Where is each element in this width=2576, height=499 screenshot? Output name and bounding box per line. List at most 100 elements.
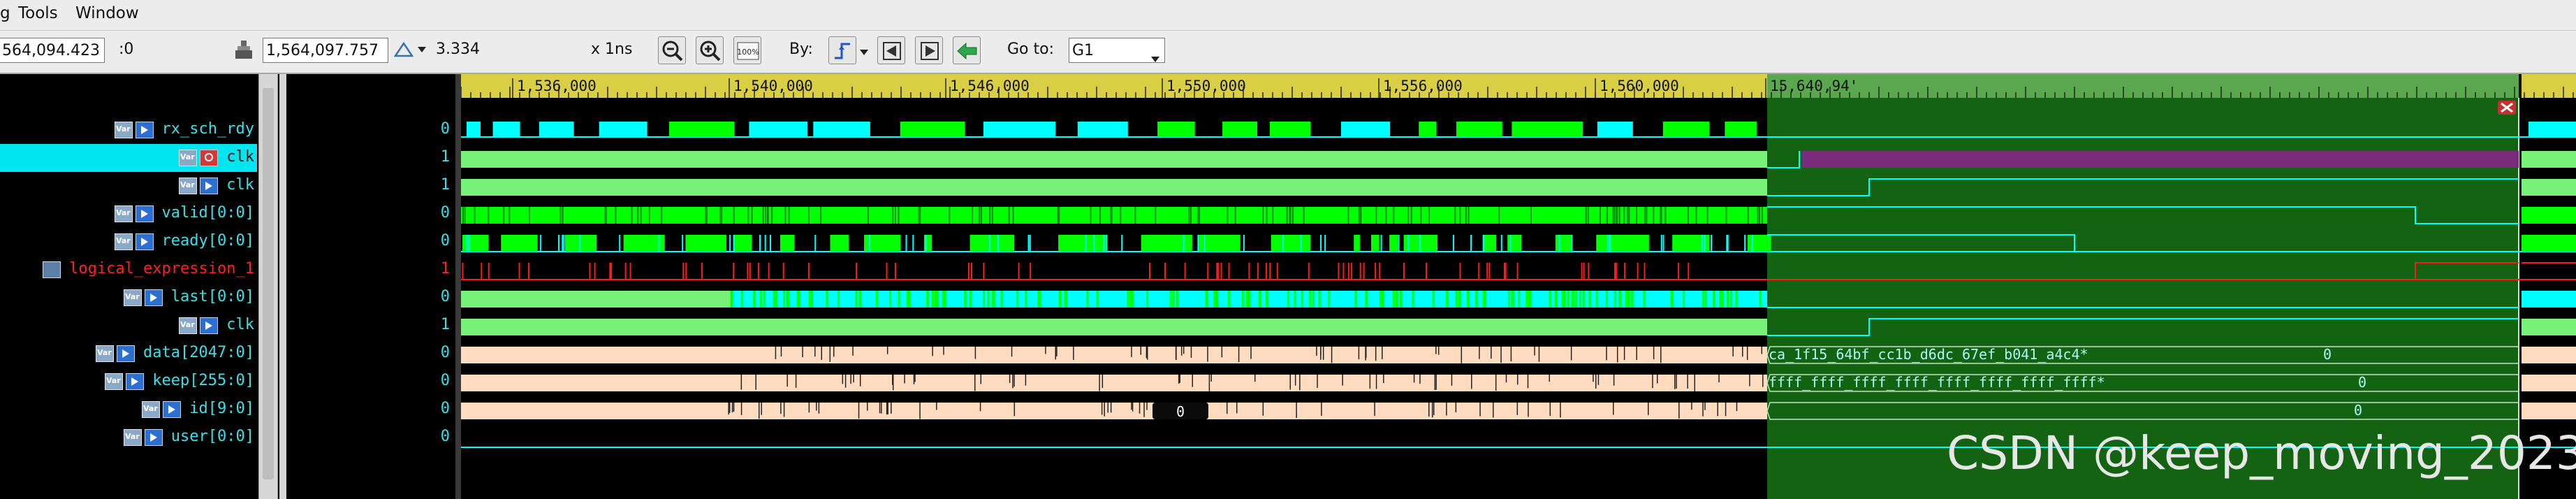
rx-sch-rdy-burst <box>983 122 1056 137</box>
zoom-in-icon <box>700 41 721 62</box>
play-left-icon <box>883 42 901 60</box>
menubar: g Tools Window <box>0 0 2576 31</box>
variable-icon <box>179 150 197 166</box>
ready-burst <box>2522 235 2576 252</box>
rising-edge-icon <box>835 43 850 59</box>
signal-value: 0 <box>440 372 450 389</box>
ready-burst <box>969 235 1015 252</box>
keep-bus-zero: 0 <box>2358 374 2366 391</box>
signal-value: 0 <box>440 288 450 305</box>
ready-burst <box>1058 235 1107 252</box>
time-scale: x 1ns <box>591 41 633 58</box>
signal-row[interactable]: keep[255:0] <box>0 368 257 396</box>
signal-row[interactable]: clk <box>0 172 257 200</box>
port-icon <box>163 401 181 418</box>
variable-icon <box>124 289 142 306</box>
signal-name: id[9:0] <box>189 400 254 417</box>
signal-row[interactable]: logical_expression_1 <box>0 256 257 284</box>
port-icon <box>136 205 154 222</box>
clock-fill <box>461 319 1767 335</box>
zoom-in-button[interactable] <box>696 36 724 64</box>
bus-fill <box>2522 375 2576 391</box>
rx-sch-rdy-burst <box>1725 122 1757 137</box>
ready-burst <box>564 235 597 252</box>
zoom-out-icon <box>662 41 683 62</box>
play-right-icon <box>921 42 939 60</box>
signal-row[interactable]: clk <box>0 144 257 172</box>
signal-row[interactable]: id[9:0] <box>0 396 257 424</box>
panel-splitter[interactable] <box>279 74 286 499</box>
ruler-label: 1,536,000 <box>517 78 597 94</box>
svg-text:100%: 100% <box>737 48 759 57</box>
variable-icon <box>179 178 197 194</box>
rx-sch-rdy-burst <box>1269 122 1311 137</box>
goto-select[interactable]: G1 <box>1069 38 1165 63</box>
last-fill <box>461 291 730 308</box>
rx-sch-rdy-burst <box>492 122 520 137</box>
clock-fill <box>461 179 1767 196</box>
clk-highlight <box>1802 151 2519 168</box>
time-field[interactable]: 564,094.423 <box>0 38 105 63</box>
variable-icon <box>115 205 133 222</box>
signal-name: clk <box>226 316 254 333</box>
cursor-time-field[interactable]: 1,564,097.757 <box>263 38 388 63</box>
chevron-down-icon[interactable] <box>859 46 869 59</box>
weight-icon[interactable] <box>233 39 254 64</box>
clock-fill <box>2522 319 2576 335</box>
signal-name: clk <box>226 148 254 166</box>
signal-value: 0 <box>440 428 450 445</box>
ready-burst <box>1555 235 1572 252</box>
port-icon <box>145 429 163 446</box>
ruler-label: 1,546,000 <box>950 78 1030 94</box>
clock-source-icon <box>200 150 218 166</box>
port-icon <box>136 122 154 138</box>
rx-sch-rdy-burst <box>1077 122 1128 137</box>
data-bus-text: ca_1f15_64bf_cc1b_d6dc_67ef_b041_a4c4* <box>1769 346 2088 363</box>
bus-fill <box>461 403 1767 419</box>
ready-burst <box>780 235 795 252</box>
signal-row[interactable]: last[0:0] <box>0 284 257 312</box>
signal-value: 0 <box>440 120 450 138</box>
go-back-button[interactable] <box>953 36 981 64</box>
menu-window[interactable]: Window <box>75 4 139 22</box>
names-scrollbar[interactable] <box>258 74 278 499</box>
variable-icon <box>124 429 142 446</box>
next-edge-button[interactable] <box>915 36 943 64</box>
ready-burst <box>1389 235 1398 252</box>
ruler-label: 15,640,94' <box>1770 78 1858 94</box>
goto-label: Go to: <box>1007 41 1054 58</box>
port-icon <box>117 345 135 362</box>
signal-row[interactable]: clk <box>0 312 257 340</box>
signal-row[interactable]: ready[0:0] <box>0 228 257 256</box>
previous-edge-button[interactable] <box>877 36 905 64</box>
zoom-out-button[interactable] <box>658 36 686 64</box>
values-splitter[interactable] <box>455 74 461 499</box>
bus-fill <box>461 375 1767 391</box>
menu-item-partial[interactable]: g <box>0 4 10 22</box>
signal-row[interactable]: user[0:0] <box>0 424 257 451</box>
signal-row[interactable]: valid[0:0] <box>0 200 257 228</box>
signal-value: 0 <box>440 400 450 417</box>
signal-values-panel: 0 1 1 0 0 1 0 1 0 0 0 0 <box>288 74 455 499</box>
back-arrow-icon <box>957 42 977 60</box>
signal-row[interactable]: data[2047:0] <box>0 340 257 368</box>
clock-fill <box>2522 151 2576 168</box>
rx-sch-rdy-burst <box>1512 122 1583 137</box>
signal-row[interactable]: rx_sch_rdy <box>0 116 257 144</box>
port-icon <box>136 233 154 250</box>
ruler-label: 1,540,000 <box>733 78 813 94</box>
signal-name: clk <box>226 176 254 194</box>
ruler-marker <box>2519 74 2522 98</box>
variable-icon <box>142 401 160 418</box>
ruler-label: 1,550,000 <box>1166 78 1246 94</box>
ready-burst <box>1747 235 1771 252</box>
rx-sch-rdy-burst <box>599 122 647 137</box>
signal-value: 0 <box>440 232 450 249</box>
zoom-full-button[interactable]: 100% <box>733 36 761 64</box>
rx-sch-rdy-burst <box>1456 122 1502 137</box>
search-by-edge-button[interactable] <box>828 36 856 64</box>
rx-sch-rdy-burst <box>1419 122 1437 137</box>
menu-tools[interactable]: Tools <box>18 4 58 22</box>
delta-icon[interactable] <box>393 39 430 63</box>
rx-sch-rdy-burst <box>1222 122 1257 137</box>
